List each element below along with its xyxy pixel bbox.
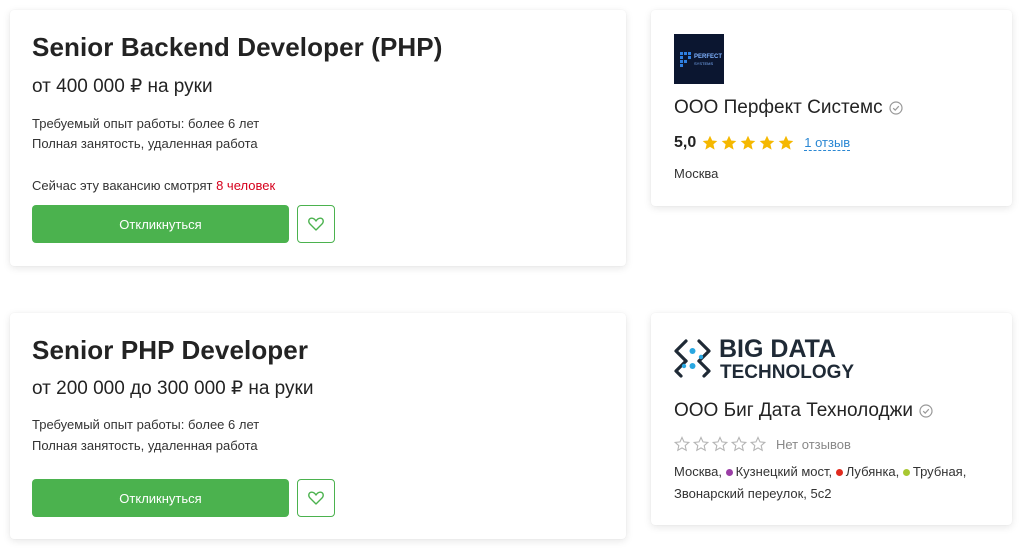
- company-card: PERFECT SYSTEMS ООО Перфект Системс 5,0 …: [651, 10, 1012, 206]
- star-empty-icon: [731, 436, 747, 452]
- apply-button[interactable]: Откликнуться: [32, 205, 289, 243]
- svg-text:PERFECT: PERFECT: [694, 54, 722, 60]
- viewers-count: 8 человек: [216, 178, 276, 193]
- company-name-text[interactable]: ООО Биг Дата Технолоджи: [674, 400, 913, 422]
- company-logo[interactable]: PERFECT SYSTEMS: [674, 34, 724, 84]
- star-empty-icon: [674, 436, 690, 452]
- metro-line-dot: [835, 468, 843, 476]
- address-city: Москва,: [674, 464, 726, 479]
- vacancy-experience: Требуемый опыт работы: более 6 лет: [32, 417, 260, 432]
- company-logo[interactable]: BIG DATA TECHNOLOGY: [673, 335, 873, 383]
- metro-line-dot: [902, 468, 910, 476]
- company-name[interactable]: ООО Биг Дата Технолоджи: [674, 400, 933, 422]
- metro-separator: ,: [895, 464, 903, 479]
- metro-station: Лубянка: [845, 464, 896, 479]
- vacancy-experience: Требуемый опыт работы: более 6 лет: [32, 116, 260, 131]
- vacancy-employment: Полная занятость, удаленная работа: [32, 438, 258, 453]
- heart-icon: [308, 217, 324, 231]
- vacancy-employment: Полная занятость, удаленная работа: [32, 136, 258, 151]
- vacancy-card: Senior PHP Developer от 200 000 до 300 0…: [10, 313, 626, 539]
- star-filled-icon: [702, 135, 718, 150]
- verified-icon: [919, 404, 933, 418]
- vacancy-salary: от 400 000 ₽ на руки: [32, 76, 213, 97]
- company-location: Москва: [674, 166, 719, 181]
- star-filled-icon: [759, 135, 775, 150]
- company-address: Москва, Кузнецкий мост, Лубянка, Трубная…: [674, 461, 994, 505]
- svg-text:SYSTEMS: SYSTEMS: [694, 61, 713, 66]
- apply-button[interactable]: Откликнуться: [32, 479, 289, 517]
- metro-station: Трубная: [912, 464, 963, 479]
- vacancy-title[interactable]: Senior PHP Developer: [32, 335, 308, 366]
- company-card: BIG DATA TECHNOLOGY ООО Биг Дата Техноло…: [651, 313, 1012, 525]
- verified-icon: [888, 101, 903, 115]
- heart-icon: [308, 491, 324, 505]
- company-name-text[interactable]: ООО Перфект Системс: [674, 97, 883, 119]
- vacancy-title[interactable]: Senior Backend Developer (PHP): [32, 32, 442, 63]
- vacancy-viewers: Сейчас эту вакансию смотрят 8 человек: [32, 178, 275, 193]
- perfect-systems-logo-icon: PERFECT SYSTEMS: [674, 34, 724, 84]
- company-rating: Нет отзывов: [674, 436, 851, 452]
- vacancy-salary: от 200 000 до 300 000 ₽ на руки: [32, 378, 314, 399]
- no-reviews-label: Нет отзывов: [776, 436, 851, 452]
- rating-stars: [702, 135, 794, 151]
- star-empty-icon: [750, 436, 766, 452]
- address-street: Звонарский переулок, 5с2: [674, 486, 832, 501]
- big-data-technology-logo-icon: BIG DATA TECHNOLOGY: [674, 335, 854, 383]
- reviews-link[interactable]: 1 отзыв: [804, 135, 851, 151]
- rating-stars: [674, 436, 766, 452]
- svg-text:TECHNOLOGY: TECHNOLOGY: [720, 362, 854, 381]
- star-filled-icon: [721, 135, 737, 150]
- metro-station: Кузнецкий мост: [735, 464, 829, 479]
- metro-separator: ,: [828, 464, 836, 479]
- company-rating: 5,0 1 отзыв: [674, 134, 851, 152]
- vacancy-card: Senior Backend Developer (PHP) от 400 00…: [10, 10, 626, 266]
- star-empty-icon: [712, 436, 728, 452]
- rating-value: 5,0: [674, 134, 697, 151]
- favorite-button[interactable]: [297, 205, 335, 243]
- favorite-button[interactable]: [297, 479, 335, 517]
- svg-text:BIG DATA: BIG DATA: [719, 335, 836, 363]
- star-filled-icon: [740, 135, 756, 150]
- viewers-label: Сейчас эту вакансию смотрят: [32, 178, 217, 193]
- company-name[interactable]: ООО Перфект Системс: [674, 97, 903, 119]
- star-filled-icon: [778, 135, 794, 150]
- metro-line-dot: [725, 468, 733, 476]
- metro-separator: ,: [962, 464, 967, 479]
- star-empty-icon: [693, 436, 709, 452]
